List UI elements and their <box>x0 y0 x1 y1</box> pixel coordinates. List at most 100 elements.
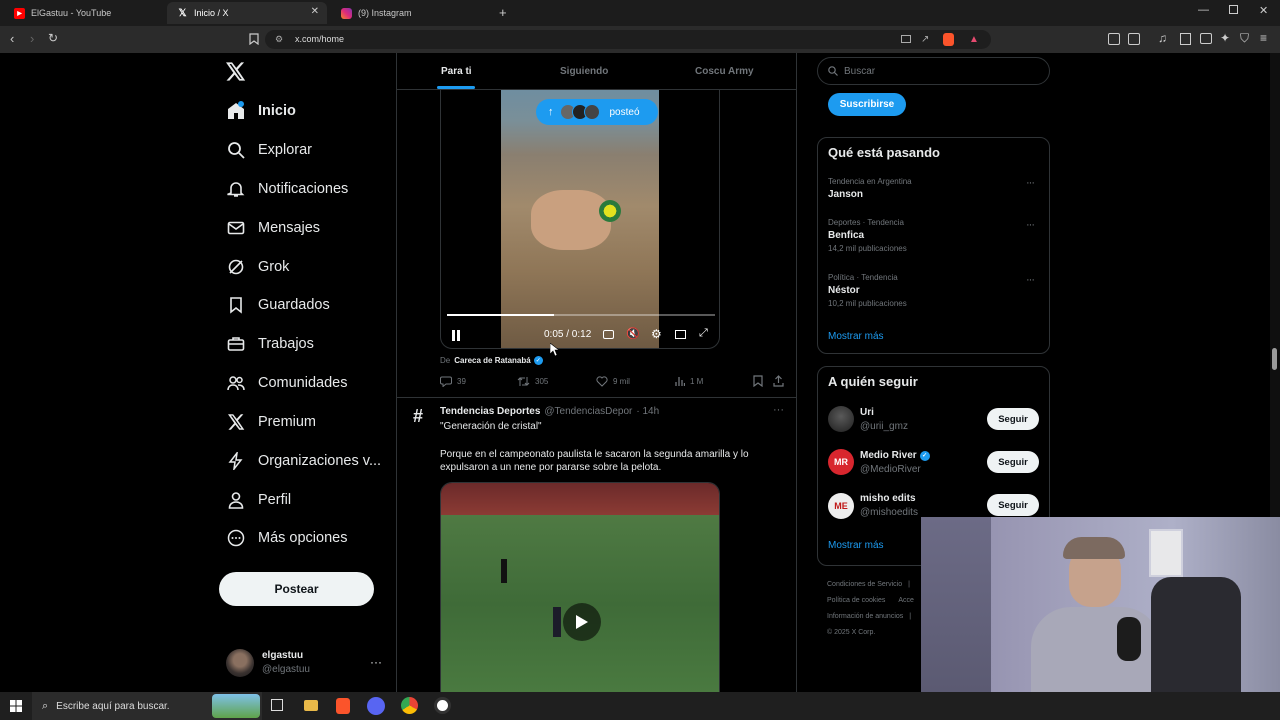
avatar[interactable] <box>828 406 854 432</box>
sidebar-item-guardados[interactable]: Guardados <box>226 291 330 319</box>
sidebar-item-perfil[interactable]: Perfil <box>226 486 291 514</box>
file-explorer-icon[interactable] <box>304 700 318 711</box>
new-tab-icon[interactable]: + <box>499 5 507 20</box>
tab-instagram[interactable]: (9) Instagram <box>331 2 491 24</box>
wallet-icon[interactable] <box>1128 33 1140 45</box>
sidebar-item-organizaciones[interactable]: Organizaciones v... <box>226 447 381 475</box>
play-icon[interactable] <box>563 603 601 641</box>
sidebar-item-inicio[interactable]: Inicio <box>226 97 296 125</box>
sidebar-item-premium[interactable]: Premium <box>226 408 316 436</box>
bookmark-icon[interactable] <box>753 375 763 387</box>
search-box[interactable]: Buscar <box>817 57 1050 85</box>
discord-icon[interactable] <box>367 697 385 715</box>
trend-item[interactable]: Tendencia en Argentina Janson <box>828 177 912 200</box>
url-field[interactable]: ⚙ x.com/home ↗ ▲ <box>265 30 991 49</box>
misho-edits-logo-icon[interactable]: ME <box>828 493 854 519</box>
lightning-icon <box>226 451 246 471</box>
pip-icon[interactable] <box>675 330 686 339</box>
post-time[interactable]: · 14h <box>636 406 659 417</box>
footer-link-ads[interactable]: Información de anuncios <box>827 609 903 625</box>
close-window-icon[interactable]: ✕ <box>1259 4 1268 17</box>
post-handle[interactable]: @TendenciasDepor <box>544 406 632 417</box>
show-more-trends-link[interactable]: Mostrar más <box>828 331 884 342</box>
media-icon[interactable]: ♫ <box>1158 31 1167 45</box>
captions-icon[interactable] <box>603 330 614 339</box>
tab-para-ti[interactable]: Para ti <box>441 66 472 77</box>
follow-button[interactable]: Seguir <box>987 494 1039 516</box>
follow-name[interactable]: Uri <box>860 407 874 418</box>
bookmark-page-icon[interactable] <box>249 33 259 45</box>
sidebar-toggle-icon[interactable] <box>1180 33 1191 45</box>
trend-item[interactable]: Deportes · Tendencia Benfica 14,2 mil pu… <box>828 218 907 253</box>
extensions-icon[interactable] <box>1108 33 1120 45</box>
brave-rewards-icon[interactable]: ▲ <box>969 30 979 49</box>
trend-more-icon[interactable]: ··· <box>1026 274 1035 286</box>
trend-item[interactable]: Política · Tendencia Néstor 10,2 mil pub… <box>828 273 907 308</box>
account-menu-icon[interactable]: ··· <box>370 655 382 669</box>
vpn-icon[interactable]: ⛉ <box>1240 31 1249 46</box>
leo-ai-icon[interactable]: ✦ <box>1220 31 1230 45</box>
reply-button[interactable]: 39 <box>440 376 466 387</box>
mute-icon[interactable]: 🔇 <box>626 327 640 340</box>
obs-icon[interactable] <box>434 697 451 714</box>
tab-coscu-army[interactable]: Coscu Army <box>695 66 754 77</box>
follow-name[interactable]: misho edits <box>860 493 916 504</box>
sidebar-item-grok[interactable]: Grok <box>226 253 289 281</box>
footer-link-cookies[interactable]: Política de cookies <box>827 593 885 609</box>
restore-icon[interactable] <box>1229 5 1238 14</box>
x-logo-icon[interactable] <box>226 62 246 81</box>
menu-icon[interactable]: ≡ <box>1260 31 1267 45</box>
footer-link-accessibility[interactable]: Acce <box>898 593 914 609</box>
pause-icon[interactable] <box>451 330 461 341</box>
follow-button[interactable]: Seguir <box>987 408 1039 430</box>
footer-link-terms[interactable]: Condiciones de Servicio <box>827 577 902 593</box>
chrome-icon[interactable] <box>401 697 418 714</box>
show-more-follow-link[interactable]: Mostrar más <box>828 540 884 551</box>
follow-name-row[interactable]: Medio River ✓ <box>860 450 930 461</box>
tab-x-home[interactable]: 𝕏 Inicio / X ✕ <box>167 2 327 24</box>
avatar[interactable] <box>226 649 254 677</box>
site-settings-icon[interactable]: ⚙ <box>275 30 283 49</box>
post-button[interactable]: Postear <box>219 572 374 606</box>
task-view-icon[interactable] <box>271 699 283 711</box>
sidebar-item-explorar[interactable]: Explorar <box>226 136 312 164</box>
sidebar-item-comunidades[interactable]: Comunidades <box>226 369 347 397</box>
scrollbar-thumb[interactable] <box>1272 348 1277 370</box>
trend-more-icon[interactable]: ··· <box>1026 219 1035 231</box>
brave-shield-icon[interactable] <box>943 33 954 46</box>
share-icon[interactable] <box>773 375 784 387</box>
back-icon[interactable]: ‹ <box>10 31 14 46</box>
tab-siguiendo[interactable]: Siguiendo <box>560 66 608 77</box>
search-highlight-icon[interactable] <box>212 694 260 718</box>
wallet2-icon[interactable] <box>1200 33 1212 44</box>
post-author[interactable]: Tendencias Deportes <box>440 406 540 417</box>
post-video[interactable] <box>440 482 720 692</box>
video-player[interactable]: 0:05 / 0:12 🔇 ⚙ ⤢ <box>440 90 720 349</box>
tab-youtube[interactable]: ▶ ElGastuu - YouTube <box>4 2 164 24</box>
views-button[interactable]: 1 M <box>675 376 703 386</box>
windows-start-icon[interactable] <box>10 700 22 712</box>
medio-river-logo-icon[interactable]: MR <box>828 449 854 475</box>
subscribe-button[interactable]: Suscribirse <box>828 93 906 116</box>
new-posts-pill[interactable]: ↑ posteó <box>536 99 658 125</box>
fullscreen-icon[interactable]: ⤢ <box>699 327 708 340</box>
trend-more-icon[interactable]: ··· <box>1026 177 1035 189</box>
close-tab-icon[interactable]: ✕ <box>311 6 319 17</box>
sidebar-item-notificaciones[interactable]: Notificaciones <box>226 175 348 203</box>
minimize-icon[interactable]: — <box>1198 4 1209 16</box>
follow-button[interactable]: Seguir <box>987 451 1039 473</box>
reload-icon[interactable]: ↻ <box>48 31 58 45</box>
sidebar-item-trabajos[interactable]: Trabajos <box>226 330 314 358</box>
repost-button[interactable]: 305 <box>517 376 548 387</box>
credit-author[interactable]: Careca de Ratanabá <box>454 356 530 365</box>
like-button[interactable]: 9 mil <box>596 376 630 387</box>
video-progress-track[interactable] <box>447 314 715 316</box>
share-icon[interactable]: ↗ <box>921 30 929 49</box>
settings-icon[interactable]: ⚙ <box>651 327 662 341</box>
post-more-icon[interactable]: ··· <box>773 404 784 416</box>
sidebar-item-mas-opciones[interactable]: Más opciones <box>226 524 347 552</box>
forward-icon[interactable]: › <box>30 31 34 46</box>
brave-browser-icon[interactable] <box>336 698 350 714</box>
cast-icon[interactable] <box>901 35 911 43</box>
sidebar-item-mensajes[interactable]: Mensajes <box>226 214 320 242</box>
